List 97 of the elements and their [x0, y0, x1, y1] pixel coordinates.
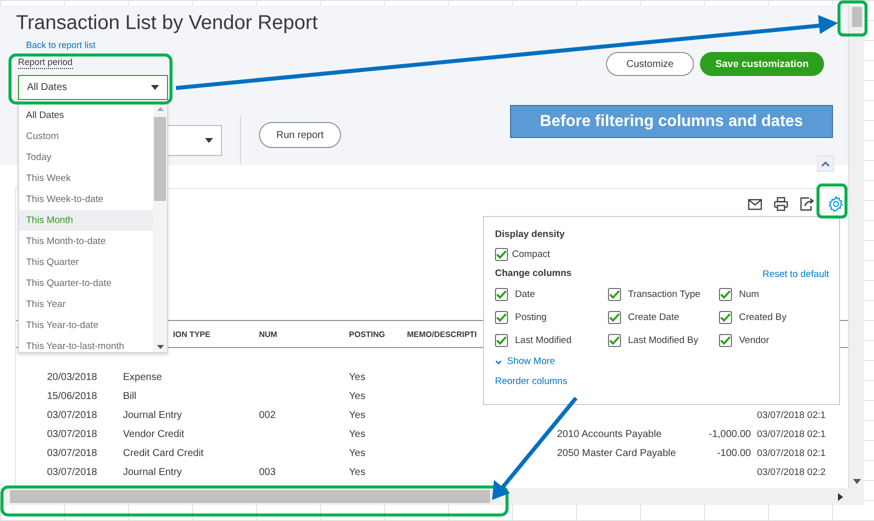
- scrollbar-thumb[interactable]: [10, 490, 490, 503]
- checkbox-label: Last Modified: [515, 335, 572, 346]
- caret-icon: [151, 85, 159, 90]
- show-more-link[interactable]: Show More: [495, 354, 556, 370]
- column-header: MEMO/DESCRIPTI: [407, 330, 478, 338]
- table-cell: 15/06/2018: [47, 391, 98, 402]
- dropdown-scrollbar[interactable]: [153, 104, 167, 352]
- table-cell: 03/07/2018: [47, 429, 98, 440]
- table-cell: Bill: [123, 391, 136, 402]
- reorder-link[interactable]: Reorder columns: [495, 375, 568, 389]
- horizontal-scrollbar[interactable]: [0, 488, 864, 505]
- action-button[interactable]: Save customization: [700, 52, 824, 76]
- checkbox-label: Vendor: [739, 335, 770, 346]
- checkbox-label: Date: [515, 289, 536, 300]
- checkbox-label: Transaction Type: [628, 289, 700, 300]
- table-cell: 2050 Master Card Payable: [557, 448, 676, 459]
- dropdown-option[interactable]: This Year-to-date: [19, 315, 153, 336]
- dropdown-option[interactable]: Today: [19, 147, 153, 168]
- checkbox-label: Num: [739, 289, 760, 300]
- right-arrow-icon[interactable]: [838, 492, 843, 500]
- column-header: ION TYPE: [172, 330, 212, 338]
- report-title: Transaction List by Vendor Report: [16, 11, 319, 36]
- back-link[interactable]: Back to report list: [16, 39, 96, 51]
- table-cell: 003: [259, 467, 276, 478]
- down-arrow-icon[interactable]: [852, 479, 860, 484]
- checkbox[interactable]: [719, 334, 732, 347]
- table-cell: Yes: [349, 448, 366, 459]
- print-icon[interactable]: [774, 197, 788, 211]
- dropdown-option[interactable]: All Dates: [19, 105, 153, 126]
- dropdown-option[interactable]: This Quarter: [19, 252, 153, 273]
- checkbox-label: Created By: [739, 312, 787, 323]
- dropdown-option[interactable]: This Year: [19, 294, 153, 315]
- run-report-button[interactable]: Run report: [259, 122, 341, 148]
- checkbox-label: Create Date: [628, 312, 680, 323]
- table-cell: 03/07/2018: [47, 410, 98, 421]
- table-cell: Yes: [349, 372, 366, 383]
- checkbox[interactable]: [495, 288, 508, 301]
- vertical-scrollbar[interactable]: [848, 5, 864, 488]
- scrollbar-thumb[interactable]: [154, 117, 166, 201]
- down-arrow-icon[interactable]: [156, 345, 164, 349]
- table-cell: -100.00: [717, 448, 751, 459]
- checkbox[interactable]: [719, 288, 732, 301]
- highlight-box: [838, 0, 868, 36]
- table-cell: -1,000.00: [708, 429, 751, 440]
- checkbox[interactable]: [495, 334, 508, 347]
- table-cell: 03/07/2018 02:1: [757, 429, 826, 440]
- table-cell: 03/07/2018 02:2: [757, 467, 826, 478]
- table-cell: Yes: [349, 429, 366, 440]
- dropdown-option[interactable]: This Year-to-last-month: [19, 336, 153, 357]
- report-period-label: Report period: [18, 56, 73, 69]
- checkbox[interactable]: [608, 311, 621, 324]
- report-period-select[interactable]: All Dates: [18, 75, 168, 100]
- caret-icon: [205, 138, 213, 143]
- table-cell: 002: [259, 410, 276, 421]
- dropdown-option[interactable]: Custom: [19, 126, 153, 147]
- dropdown-option[interactable]: This Quarter-to-date: [19, 273, 153, 294]
- checkbox-label: Last Modified By: [628, 335, 698, 346]
- settings-icon[interactable]: [828, 196, 844, 212]
- highlight-box: [816, 184, 848, 218]
- table-cell: Vendor Credit: [123, 429, 184, 440]
- annotation-callout: Before filtering columns and dates: [510, 105, 833, 138]
- checkbox[interactable]: [495, 311, 508, 324]
- collapse-button[interactable]: [817, 155, 834, 172]
- section-title: Display density: [495, 229, 566, 241]
- checkbox[interactable]: [608, 334, 621, 347]
- table-cell: Journal Entry: [123, 467, 182, 478]
- table-cell: 20/03/2018: [47, 372, 98, 383]
- checkbox[interactable]: [495, 248, 508, 260]
- checkbox[interactable]: [608, 288, 621, 301]
- dropdown-option[interactable]: This Month-to-date: [19, 231, 153, 252]
- reset-link[interactable]: Reset to default: [762, 268, 829, 280]
- column-header: POSTING: [349, 330, 386, 338]
- checkbox[interactable]: [719, 311, 732, 324]
- dropdown-option[interactable]: This Week-to-date: [19, 189, 153, 210]
- table-cell: Expense: [123, 372, 162, 383]
- scrollbar-thumb[interactable]: [852, 7, 862, 27]
- table-cell: 03/07/2018 02:1: [757, 410, 826, 421]
- mail-icon[interactable]: [748, 198, 762, 210]
- column-header: NUM: [259, 330, 278, 338]
- table-cell: 03/07/2018 02:1: [757, 448, 826, 459]
- chevron-up-icon: [821, 160, 830, 166]
- table-cell: 03/07/2018: [47, 467, 98, 478]
- dropdown-option[interactable]: This Week: [19, 168, 153, 189]
- table-cell: 03/07/2018: [47, 448, 98, 459]
- table-cell: Yes: [349, 467, 366, 478]
- table-cell: Yes: [349, 410, 366, 421]
- action-button[interactable]: Customize: [606, 52, 694, 76]
- table-cell: 2010 Accounts Payable: [557, 429, 662, 440]
- dropdown-option[interactable]: This Month: [19, 210, 153, 231]
- checkbox-label: Posting: [515, 312, 547, 323]
- table-cell: Yes: [349, 391, 366, 402]
- section-title: Change columns: [495, 268, 572, 280]
- chevron-down-icon: [495, 360, 502, 364]
- table-cell: Journal Entry: [123, 410, 182, 421]
- table-cell: Credit Card Credit: [123, 448, 204, 459]
- checkbox-label: Compact: [512, 248, 550, 260]
- export-icon[interactable]: [800, 197, 816, 211]
